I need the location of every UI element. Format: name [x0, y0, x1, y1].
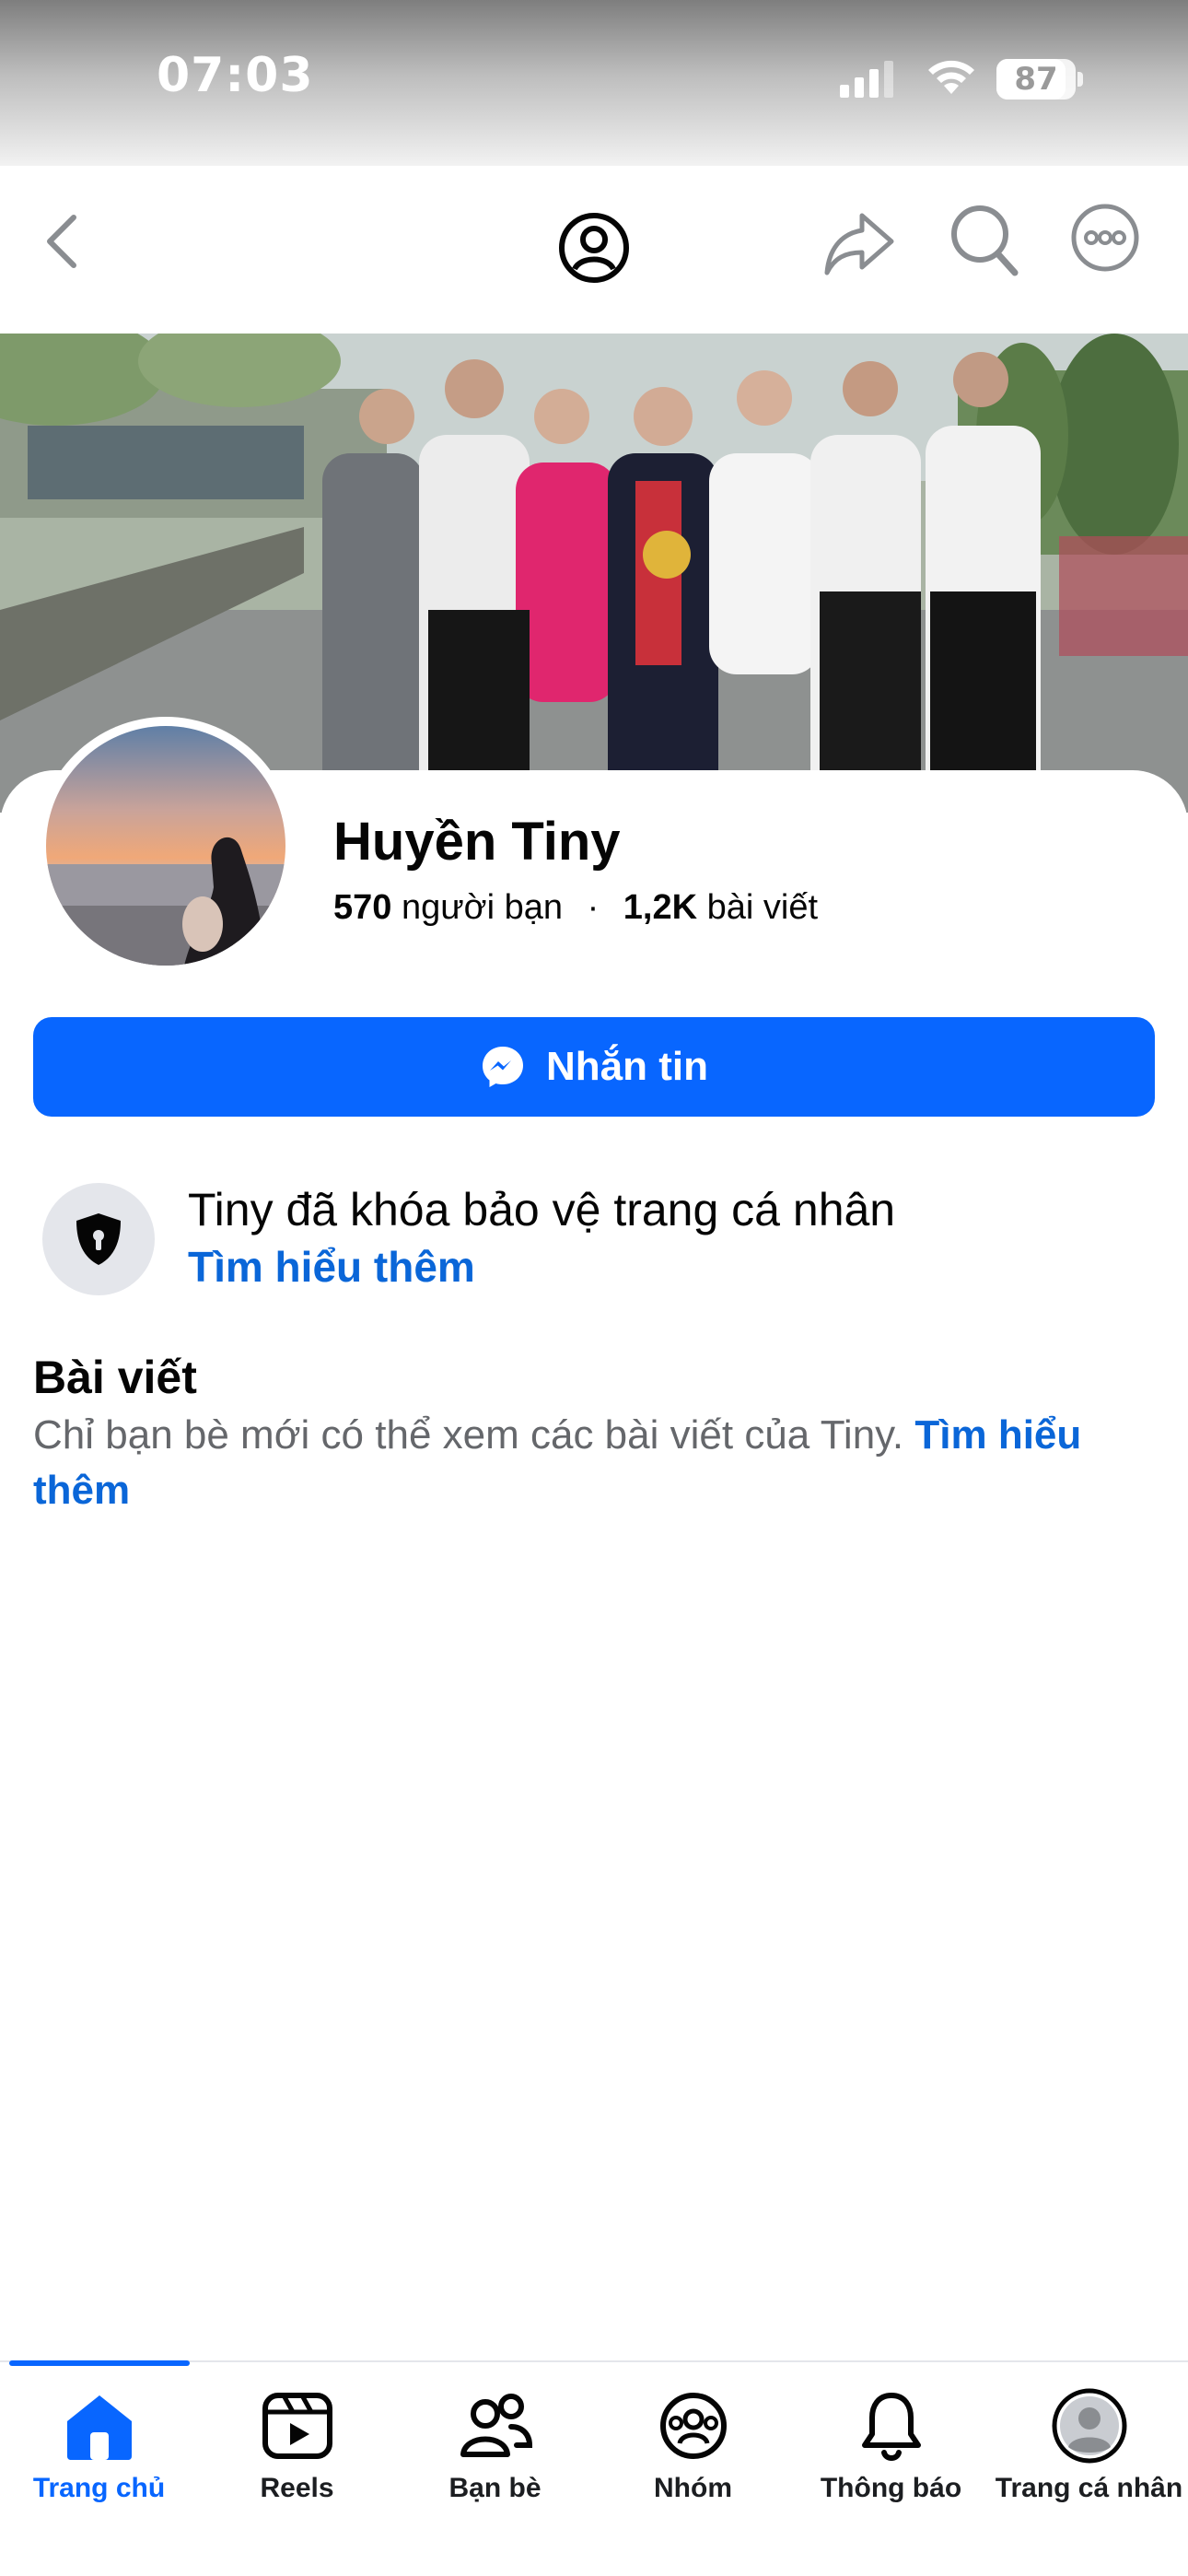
posts-count: 1,2K	[623, 888, 698, 927]
status-time: 07:03	[157, 48, 314, 103]
chevron-left-icon[interactable]	[37, 203, 96, 280]
signal-icon	[840, 61, 893, 98]
message-button[interactable]: Nhắn tin	[33, 1017, 1155, 1117]
battery-indicator: 87	[996, 59, 1076, 100]
lock-badge	[42, 1183, 155, 1295]
posts-section-text: Chỉ bạn bè mới có thể xem các bài viết c…	[33, 1408, 1138, 1518]
share-icon[interactable]	[820, 203, 899, 282]
avatar-icon	[1052, 2388, 1127, 2464]
profile-stats: 570 người bạn · 1,2K bài viết	[333, 888, 818, 928]
shield-lock-icon	[76, 1213, 121, 1265]
wifi-icon	[928, 60, 974, 94]
profile-sheet	[0, 770, 1188, 2364]
stats-separator: ·	[587, 888, 600, 927]
profile-icon[interactable]	[553, 206, 635, 289]
bell-icon	[862, 2393, 921, 2461]
messenger-icon	[483, 1047, 523, 1087]
nav-header	[0, 166, 1188, 334]
tab-reels[interactable]: Reels	[198, 2362, 396, 2547]
tab-groups[interactable]: Nhóm	[594, 2362, 792, 2547]
tab-notifications[interactable]: Thông báo	[792, 2362, 990, 2547]
posts-section-title: Bài viết	[33, 1352, 197, 1403]
message-button-label: Nhắn tin	[546, 1044, 708, 1089]
battery-cap	[1077, 72, 1083, 87]
friends-label[interactable]: người bạn	[402, 888, 563, 927]
profile-page: 07:03 87 Huyền Tiny 570 người bạn · 1,2K…	[0, 0, 1188, 2576]
friends-count[interactable]: 570	[333, 888, 391, 927]
status-bar: 07:03 87	[0, 0, 1188, 166]
more-icon[interactable]	[1068, 201, 1142, 275]
posts-privacy-text: Chỉ bạn bè mới có thể xem các bài viết c…	[33, 1412, 915, 1458]
avatar[interactable]	[46, 726, 285, 966]
posts-label: bài viết	[706, 888, 819, 927]
tab-friends-label: Bạn bè	[448, 2473, 542, 2503]
tab-profile-label: Trang cá nhân	[995, 2473, 1183, 2503]
tab-reels-label: Reels	[260, 2473, 334, 2503]
tab-profile[interactable]: Trang cá nhân	[990, 2362, 1188, 2547]
reels-icon	[262, 2393, 332, 2459]
friends-icon	[460, 2394, 533, 2457]
battery-percent: 87	[1014, 61, 1058, 98]
home-icon	[67, 2395, 132, 2460]
bottom-tab-bar: Trang chủ Reels Bạn bè Nhóm Thông báo Tr…	[0, 2360, 1188, 2576]
tab-home[interactable]: Trang chủ	[0, 2362, 198, 2547]
search-icon[interactable]	[947, 199, 1020, 278]
tab-notifications-label: Thông báo	[820, 2473, 962, 2503]
profile-name: Huyền Tiny	[333, 812, 621, 872]
lock-notice-title: Tiny đã khóa bảo vệ trang cá nhân	[188, 1184, 896, 1235]
avatar-image	[46, 726, 285, 966]
tab-home-label: Trang chủ	[32, 2473, 166, 2503]
groups-icon	[660, 2393, 727, 2459]
tab-friends[interactable]: Bạn bè	[396, 2362, 594, 2547]
tab-groups-label: Nhóm	[654, 2473, 732, 2503]
learn-more-link[interactable]: Tìm hiểu thêm	[188, 1242, 475, 1292]
